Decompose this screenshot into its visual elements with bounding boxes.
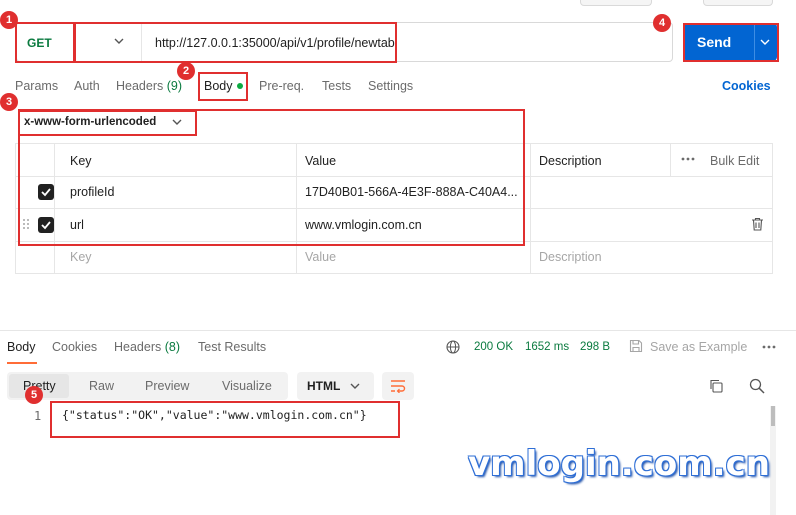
new-description-input[interactable]: Description	[539, 250, 602, 264]
table-divider	[530, 144, 531, 273]
new-key-input[interactable]: Key	[70, 250, 92, 264]
annotation-badge: 2	[177, 62, 195, 80]
format-select[interactable]: HTML	[297, 372, 374, 400]
table-divider	[54, 144, 55, 273]
check-icon	[41, 221, 51, 230]
table-divider	[16, 176, 772, 177]
annotation-badge: 5	[25, 386, 43, 404]
tab-body-label: Body	[204, 79, 233, 93]
drag-handle-icon[interactable]	[22, 218, 30, 230]
active-tab-indicator	[7, 362, 37, 364]
top-toolbar-button[interactable]	[703, 0, 773, 6]
save-as-example-button[interactable]: Save as Example	[650, 340, 747, 354]
table-divider	[670, 144, 671, 176]
new-value-input[interactable]: Value	[305, 250, 336, 264]
form-data-table: Key Value Description Bulk Edit	[15, 143, 773, 274]
response-divider	[0, 330, 796, 331]
response-time[interactable]: 1652 ms	[525, 341, 569, 353]
tab-headers-count: (9)	[166, 79, 183, 93]
response-headers-count: (8)	[164, 340, 181, 354]
response-size[interactable]: 298 B	[580, 341, 610, 353]
copy-icon[interactable]	[709, 379, 723, 393]
row-checkbox[interactable]	[38, 184, 54, 200]
annotation-badge: 3	[0, 93, 18, 111]
response-code[interactable]: {"status":"OK","value":"www.vmlogin.com.…	[62, 408, 367, 422]
line-number: 1	[34, 409, 42, 423]
annotation-badge: 4	[653, 14, 671, 32]
top-toolbar-button[interactable]	[580, 0, 652, 6]
column-header-value: Value	[305, 154, 337, 168]
format-label: HTML	[307, 379, 341, 393]
chevron-down-icon[interactable]	[171, 116, 183, 128]
url-separator	[141, 23, 142, 61]
view-preview-button[interactable]: Preview	[145, 379, 189, 393]
body-type-select[interactable]: x-www-form-urlencoded	[24, 116, 156, 128]
tab-body[interactable]: Body	[204, 79, 243, 93]
tab-headers[interactable]: Headers (9)	[116, 79, 182, 93]
row-value[interactable]: 17D40B01-566A-4E3F-888A-C40A4...	[305, 185, 518, 199]
wrap-lines-button[interactable]	[382, 372, 414, 400]
scrollbar-thumb[interactable]	[771, 406, 775, 426]
url-bar: GET http://127.0.0.1:35000/api/v1/profil…	[16, 22, 673, 62]
tab-tests[interactable]: Tests	[322, 79, 351, 93]
url-input[interactable]: http://127.0.0.1:35000/api/v1/profile/ne…	[155, 36, 395, 50]
bulk-edit-button[interactable]: Bulk Edit	[710, 154, 759, 168]
save-icon	[629, 339, 643, 353]
row-value[interactable]: www.vmlogin.com.cn	[305, 218, 422, 232]
annotation-badge: 1	[0, 11, 18, 29]
tab-settings[interactable]: Settings	[368, 79, 413, 93]
globe-icon[interactable]	[446, 340, 460, 354]
body-indicator-dot	[236, 82, 243, 89]
row-key[interactable]: profileId	[70, 185, 114, 199]
tab-auth[interactable]: Auth	[74, 79, 100, 93]
chevron-down-icon[interactable]	[759, 36, 771, 48]
more-options-icon[interactable]	[762, 345, 776, 349]
send-separator	[754, 23, 755, 61]
table-divider	[16, 241, 772, 242]
tab-params[interactable]: Params	[15, 79, 58, 93]
column-header-description: Description	[539, 154, 602, 168]
more-options-icon[interactable]	[681, 157, 695, 161]
tab-prereq[interactable]: Pre-req.	[259, 79, 304, 93]
watermark-text: vmlogin.com.cn	[468, 444, 770, 484]
response-tab-headers[interactable]: Headers (8)	[114, 340, 180, 354]
response-tab-headers-label: Headers	[114, 340, 162, 354]
response-tab-body[interactable]: Body	[7, 340, 36, 354]
send-label: Send	[697, 34, 732, 50]
response-tab-cookies[interactable]: Cookies	[52, 340, 97, 354]
view-visualize-button[interactable]: Visualize	[222, 379, 272, 393]
wrap-lines-icon	[391, 380, 406, 393]
cookies-link[interactable]: Cookies	[722, 79, 771, 93]
tab-headers-label: Headers	[116, 79, 164, 93]
chevron-down-icon[interactable]	[113, 35, 125, 47]
row-checkbox[interactable]	[38, 217, 54, 233]
table-divider	[16, 208, 772, 209]
chevron-down-icon	[350, 383, 360, 389]
response-tab-test-results[interactable]: Test Results	[198, 340, 266, 354]
status-code[interactable]: 200 OK	[474, 341, 513, 353]
column-header-key: Key	[70, 154, 92, 168]
method-select[interactable]: GET	[27, 36, 52, 50]
check-icon	[41, 188, 51, 197]
trash-icon[interactable]	[751, 217, 764, 231]
row-key[interactable]: url	[70, 218, 84, 232]
send-button[interactable]: Send	[684, 23, 777, 61]
search-icon[interactable]	[749, 378, 765, 394]
view-raw-button[interactable]: Raw	[89, 379, 114, 393]
table-divider	[296, 144, 297, 273]
